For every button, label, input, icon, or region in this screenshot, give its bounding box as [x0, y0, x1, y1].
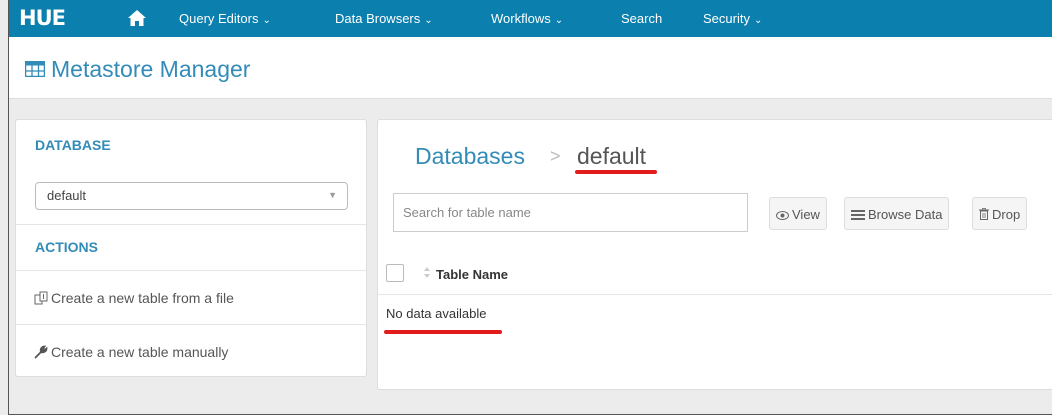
- nav-query-editors[interactable]: Query Editors ⌄: [179, 11, 271, 28]
- table-grid-icon: [25, 61, 45, 77]
- select-arrow-icon: ▼: [328, 190, 337, 200]
- divider: [16, 324, 366, 325]
- database-section-label: DATABASE: [35, 137, 111, 153]
- breadcrumb-current-database: default: [577, 143, 647, 169]
- chevron-down-icon: ⌄: [753, 15, 763, 26]
- page-header: Metastore Manager: [9, 37, 1052, 99]
- divider: [16, 224, 366, 225]
- main-panel: Databases > default View Browse Data: [377, 119, 1052, 390]
- annotation-underline: [384, 330, 502, 334]
- eye-icon: [776, 211, 789, 220]
- chevron-down-icon: ⌄: [262, 15, 271, 26]
- chevron-down-icon: ⌄: [424, 15, 433, 26]
- nav-data-browsers[interactable]: Data Browsers ⌄: [335, 11, 433, 28]
- breadcrumb-separator: >: [550, 146, 561, 166]
- database-select[interactable]: default ▼: [35, 182, 348, 210]
- page-title: Metastore Manager: [51, 56, 251, 82]
- wrench-icon: [34, 345, 48, 359]
- nav-search[interactable]: Search: [621, 11, 662, 26]
- nav-workflows[interactable]: Workflows ⌄: [491, 11, 563, 28]
- drop-button[interactable]: Drop: [972, 197, 1028, 230]
- database-select-value: default: [47, 188, 87, 203]
- create-table-manually-link[interactable]: Create a new table manually: [34, 344, 228, 360]
- actions-section-label: ACTIONS: [35, 239, 98, 255]
- table-search-input[interactable]: [393, 193, 748, 232]
- home-icon[interactable]: [127, 9, 147, 27]
- app-frame: HUE Query Editors ⌄ Data Browsers ⌄ Workfl…: [8, 0, 1052, 415]
- divider: [16, 270, 366, 271]
- view-button[interactable]: View: [769, 197, 827, 230]
- breadcrumb-databases-link[interactable]: Databases: [415, 143, 525, 169]
- chevron-down-icon: ⌄: [554, 15, 564, 26]
- sort-icon[interactable]: [424, 267, 430, 278]
- trash-icon: [979, 208, 989, 220]
- top-navbar: HUE Query Editors ⌄ Data Browsers ⌄ Workfl…: [9, 0, 1052, 37]
- annotation-underline: [575, 170, 657, 174]
- sidebar-panel: DATABASE default ▼ ACTIONS Create a new …: [15, 119, 367, 377]
- file-upload-icon: [34, 291, 48, 305]
- list-icon: [851, 210, 865, 220]
- column-header-table-name[interactable]: Table Name: [436, 267, 508, 282]
- browse-data-button[interactable]: Browse Data: [844, 197, 950, 230]
- select-all-checkbox[interactable]: [386, 264, 404, 282]
- nav-security[interactable]: Security ⌄: [703, 11, 762, 28]
- create-table-from-file-link[interactable]: Create a new table from a file: [34, 290, 234, 306]
- empty-table-message: No data available: [386, 306, 487, 321]
- hue-logo[interactable]: HUE: [19, 7, 66, 29]
- table-header-divider: [378, 294, 1052, 295]
